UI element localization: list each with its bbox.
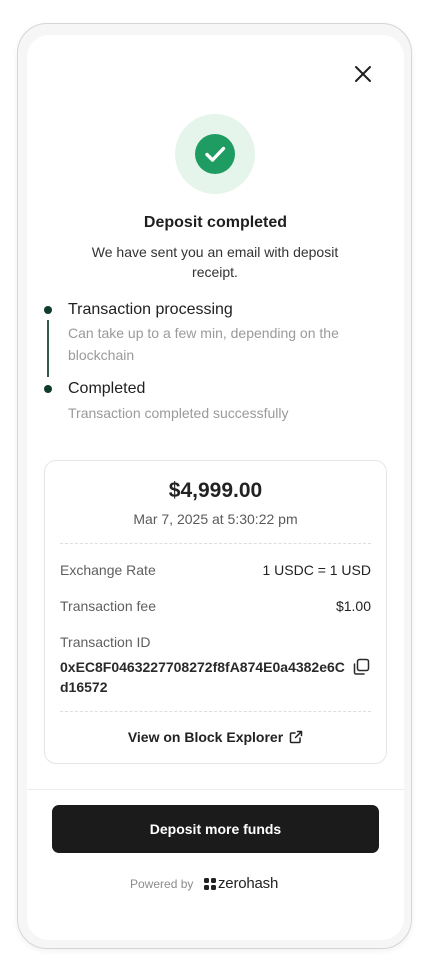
- transaction-fee-label: Transaction fee: [60, 598, 156, 614]
- dialog-title: Deposit completed: [143, 214, 288, 231]
- transaction-id-value: 0xEC8F0463227708272f8fA874E0a4382e6Cd165…: [60, 659, 345, 695]
- check-circle-icon: [195, 134, 235, 174]
- step-dot: [44, 306, 52, 314]
- brand-name: zerohash: [218, 875, 279, 892]
- powered-by-label: Powered by: [130, 877, 194, 891]
- step-description: Transaction completed successfully: [68, 405, 289, 421]
- step-description: Can take up to a few min, depending on t…: [68, 325, 339, 363]
- transaction-date: Mar 7, 2025 at 5:30:22 pm: [133, 511, 298, 527]
- transaction-fee-value: $1.00: [335, 598, 371, 614]
- step-connector: [47, 320, 49, 377]
- zerohash-logo-icon: [204, 878, 216, 890]
- explorer-link-label: View on Block Explorer: [127, 729, 284, 745]
- amount: $4,999.00: [168, 479, 263, 502]
- divider: [60, 711, 371, 712]
- step-title: Transaction processing: [68, 301, 233, 318]
- receipt-card: $4,999.00 Mar 7, 2025 at 5:30:22 pm Exch…: [44, 460, 387, 764]
- close-icon[interactable]: [352, 63, 374, 85]
- external-link-icon: [289, 730, 303, 744]
- copy-icon[interactable]: [351, 657, 371, 677]
- footer-divider: [27, 789, 404, 790]
- divider: [60, 543, 371, 544]
- transaction-id-label: Transaction ID: [60, 634, 151, 650]
- step-title: Completed: [68, 380, 146, 397]
- step-dot: [44, 385, 52, 393]
- dialog-subtitle: We have sent you an email with deposit r…: [91, 244, 339, 280]
- success-badge: [175, 114, 255, 194]
- exchange-rate-value: 1 USDC = 1 USD: [262, 562, 371, 578]
- deposit-more-funds-button[interactable]: Deposit more funds: [52, 805, 379, 853]
- view-block-explorer-link[interactable]: View on Block Explorer: [45, 729, 386, 745]
- exchange-rate-label: Exchange Rate: [60, 562, 156, 578]
